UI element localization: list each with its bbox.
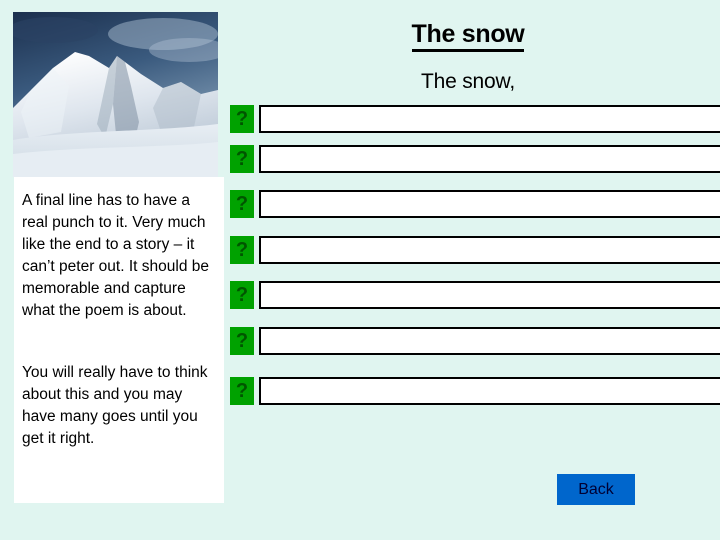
answer-input[interactable]	[259, 105, 720, 133]
page-title-text: The snow	[411, 20, 525, 52]
hint-question-icon[interactable]: ?	[230, 145, 254, 173]
poem-first-line: The snow,	[421, 70, 515, 93]
answer-input[interactable]	[259, 145, 720, 173]
hint-question-icon[interactable]: ?	[230, 281, 254, 309]
page-title: The snow	[232, 20, 704, 52]
back-button[interactable]: Back	[557, 474, 635, 505]
answer-input[interactable]	[259, 327, 720, 355]
mountain-photo	[13, 12, 218, 177]
note-paragraph-1: A final line has to have a real punch to…	[22, 192, 209, 319]
answer-input[interactable]	[259, 190, 720, 218]
note-paragraph-2: You will really have to think about this…	[22, 364, 208, 447]
hint-question-icon[interactable]: ?	[230, 236, 254, 264]
answer-input[interactable]	[259, 281, 720, 309]
hint-question-icon[interactable]: ?	[230, 190, 254, 218]
hint-question-icon[interactable]: ?	[230, 377, 254, 405]
hint-question-icon[interactable]: ?	[230, 327, 254, 355]
hint-question-icon[interactable]: ?	[230, 105, 254, 133]
notes-panel: A final line has to have a real punch to…	[14, 177, 224, 503]
mountain-photo-illustration	[13, 12, 218, 177]
answer-input[interactable]	[259, 377, 720, 405]
answer-input[interactable]	[259, 236, 720, 264]
